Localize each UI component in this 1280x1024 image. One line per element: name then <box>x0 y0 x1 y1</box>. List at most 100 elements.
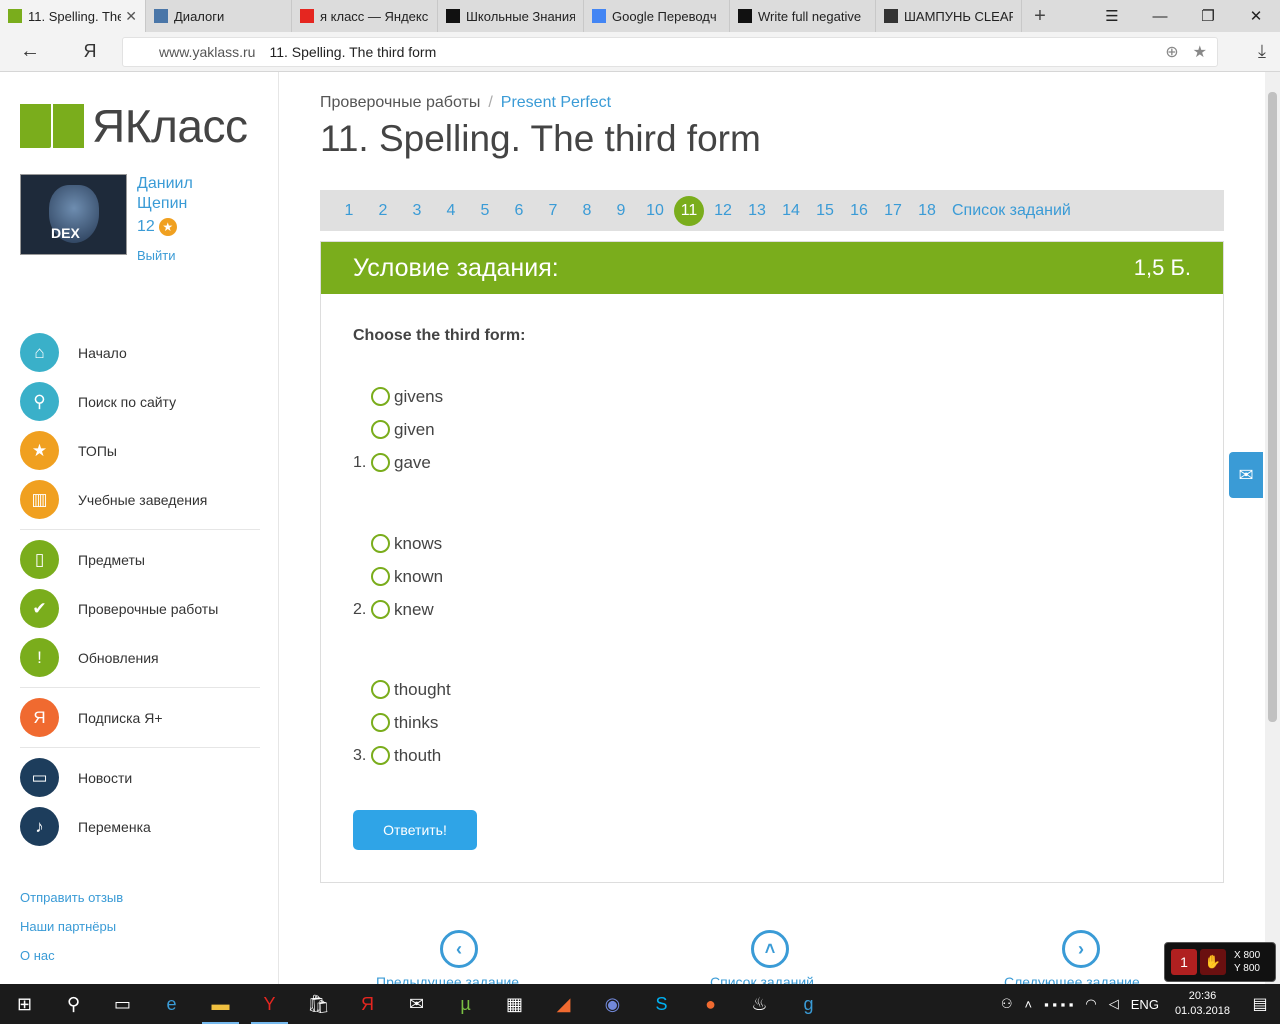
skype-icon[interactable]: S <box>637 984 686 1024</box>
discord-icon[interactable]: ◉ <box>588 984 637 1024</box>
page-link-15[interactable]: 15 <box>810 197 840 225</box>
sidebar-item-1[interactable]: ⚲ Поиск по сайту <box>20 377 260 426</box>
breadcrumb-root[interactable]: Проверочные работы <box>320 94 480 111</box>
back-button[interactable]: ← <box>0 32 60 72</box>
answer-option[interactable]: givens <box>353 380 443 413</box>
page-link-6[interactable]: 6 <box>504 197 534 225</box>
radio-button[interactable] <box>371 534 390 553</box>
steam-icon[interactable]: ♨ <box>735 984 784 1024</box>
answer-option[interactable]: 3. thouth <box>353 739 451 772</box>
sidebar-item-4[interactable]: ▯ Предметы <box>20 535 260 584</box>
breadcrumb-current[interactable]: Present Perfect <box>501 94 611 111</box>
yandex-icon[interactable]: Я <box>343 984 392 1024</box>
volume-icon[interactable]: ◁ <box>1109 996 1119 1012</box>
tray-apps-icon[interactable]: ▪ ▪ ▪ ▪ <box>1044 997 1073 1012</box>
yandex-button[interactable]: Я <box>60 32 120 72</box>
tray-chevron-icon[interactable]: ˄ <box>1025 997 1033 1012</box>
prev-task-icon[interactable]: ‹ <box>440 930 478 968</box>
new-tab-button[interactable]: + <box>1022 0 1058 32</box>
answer-option[interactable]: 2. knew <box>353 593 443 626</box>
mail-icon[interactable]: ✉ <box>392 984 441 1024</box>
origin-icon[interactable]: ◢ <box>539 984 588 1024</box>
sidebar-item-8[interactable]: ▭ Новости <box>20 753 260 802</box>
page-link-8[interactable]: 8 <box>572 197 602 225</box>
logout-link[interactable]: Выйти <box>137 248 257 263</box>
downloads-icon[interactable]: ⤓ <box>1258 41 1266 62</box>
page-link-3[interactable]: 3 <box>402 197 432 225</box>
restore-button[interactable]: ❐ <box>1184 0 1232 32</box>
photos-icon[interactable]: ▦ <box>490 984 539 1024</box>
user-points[interactable]: 12 ★ <box>137 218 257 236</box>
tab-2[interactable]: я класс — Яндекс <box>292 0 438 32</box>
answer-option[interactable]: knows <box>353 527 443 560</box>
sidebar-item-6[interactable]: ! Обновления <box>20 633 260 682</box>
page-link-9[interactable]: 9 <box>606 197 636 225</box>
radio-button[interactable] <box>371 600 390 619</box>
page-link-1[interactable]: 1 <box>334 197 364 225</box>
page-link-2[interactable]: 2 <box>368 197 398 225</box>
sidebar-item-3[interactable]: ▥ Учебные заведения <box>20 475 260 524</box>
store-icon[interactable]: 🛍 <box>294 984 343 1024</box>
footer-link-1[interactable]: Наши партнёры <box>20 919 123 948</box>
sidebar-item-7[interactable]: Я Подписка Я+ <box>20 693 260 742</box>
language-indicator[interactable]: ENG <box>1131 997 1159 1012</box>
page-link-17[interactable]: 17 <box>878 197 908 225</box>
tab-6[interactable]: ШАМПУНЬ CLEAR <box>876 0 1022 32</box>
page-link-4[interactable]: 4 <box>436 197 466 225</box>
origin-app-icon[interactable]: ● <box>686 984 735 1024</box>
clock[interactable]: 20:36 01.03.2018 <box>1175 989 1230 1019</box>
feedback-mail-icon[interactable]: ✉ <box>1229 452 1263 498</box>
page-link-13[interactable]: 13 <box>742 197 772 225</box>
radio-button[interactable] <box>371 567 390 586</box>
footer-link-0[interactable]: Отправить отзыв <box>20 890 123 919</box>
close-window-button[interactable]: ✕ <box>1232 0 1280 32</box>
protect-icon[interactable]: ⊕ <box>1165 42 1178 62</box>
answer-option[interactable]: thought <box>353 673 451 706</box>
page-link-16[interactable]: 16 <box>844 197 874 225</box>
footer-link-2[interactable]: О нас <box>20 948 123 977</box>
sidebar-item-9[interactable]: ♪ Переменка <box>20 802 260 851</box>
tab-4[interactable]: Google Переводч <box>584 0 730 32</box>
user-name[interactable]: Даниил Щепин <box>137 174 257 214</box>
task-list-link[interactable]: Список заданий <box>952 197 1071 225</box>
page-link-10[interactable]: 10 <box>640 197 670 225</box>
page-link-12[interactable]: 12 <box>708 197 738 225</box>
start-icon[interactable]: ⊞ <box>0 984 49 1024</box>
close-tab-icon[interactable]: ✕ <box>125 8 137 25</box>
tab-3[interactable]: Школьные Знания <box>438 0 584 32</box>
tab-5[interactable]: Write full negative <box>730 0 876 32</box>
search-icon[interactable]: ⚲ <box>49 984 98 1024</box>
page-scrollbar[interactable] <box>1265 72 1280 984</box>
tab-1[interactable]: Диалоги <box>146 0 292 32</box>
page-link-5[interactable]: 5 <box>470 197 500 225</box>
sidebar-item-5[interactable]: ✔ Проверочные работы <box>20 584 260 633</box>
avatar[interactable]: DEX <box>20 174 127 255</box>
task-list-icon[interactable]: ˄ <box>751 930 789 968</box>
notifications-icon[interactable]: ▤ <box>1240 984 1280 1024</box>
yandex-browser-icon[interactable]: Y <box>245 984 294 1024</box>
people-icon[interactable]: ⚇ <box>1001 996 1013 1012</box>
radio-button[interactable] <box>371 713 390 732</box>
radio-button[interactable] <box>371 680 390 699</box>
explorer-icon[interactable]: ▬ <box>196 984 245 1024</box>
tab-0[interactable]: 11. Spelling. The ✕ <box>0 0 146 32</box>
radio-button[interactable] <box>371 746 390 765</box>
answer-option[interactable]: 1. gave <box>353 446 443 479</box>
radio-button[interactable] <box>371 453 390 472</box>
answer-option[interactable]: thinks <box>353 706 451 739</box>
wifi-icon[interactable]: ◠ <box>1085 996 1096 1012</box>
edge-icon[interactable]: e <box>147 984 196 1024</box>
answer-option[interactable]: given <box>353 413 443 446</box>
logo[interactable]: ЯКласс <box>20 99 248 153</box>
radio-button[interactable] <box>371 387 390 406</box>
radio-button[interactable] <box>371 420 390 439</box>
task-view-icon[interactable]: ▭ <box>98 984 147 1024</box>
page-link-14[interactable]: 14 <box>776 197 806 225</box>
bookmark-star-icon[interactable]: ★ <box>1193 42 1207 62</box>
sidebar-item-2[interactable]: ★ ТОПы <box>20 426 260 475</box>
page-link-11[interactable]: 11 <box>674 195 704 226</box>
g-app-icon[interactable]: g <box>784 984 833 1024</box>
next-task-icon[interactable]: › <box>1062 930 1100 968</box>
page-link-18[interactable]: 18 <box>912 197 942 225</box>
url-field[interactable]: www.yaklass.ru 11. Spelling. The third f… <box>122 37 1218 67</box>
